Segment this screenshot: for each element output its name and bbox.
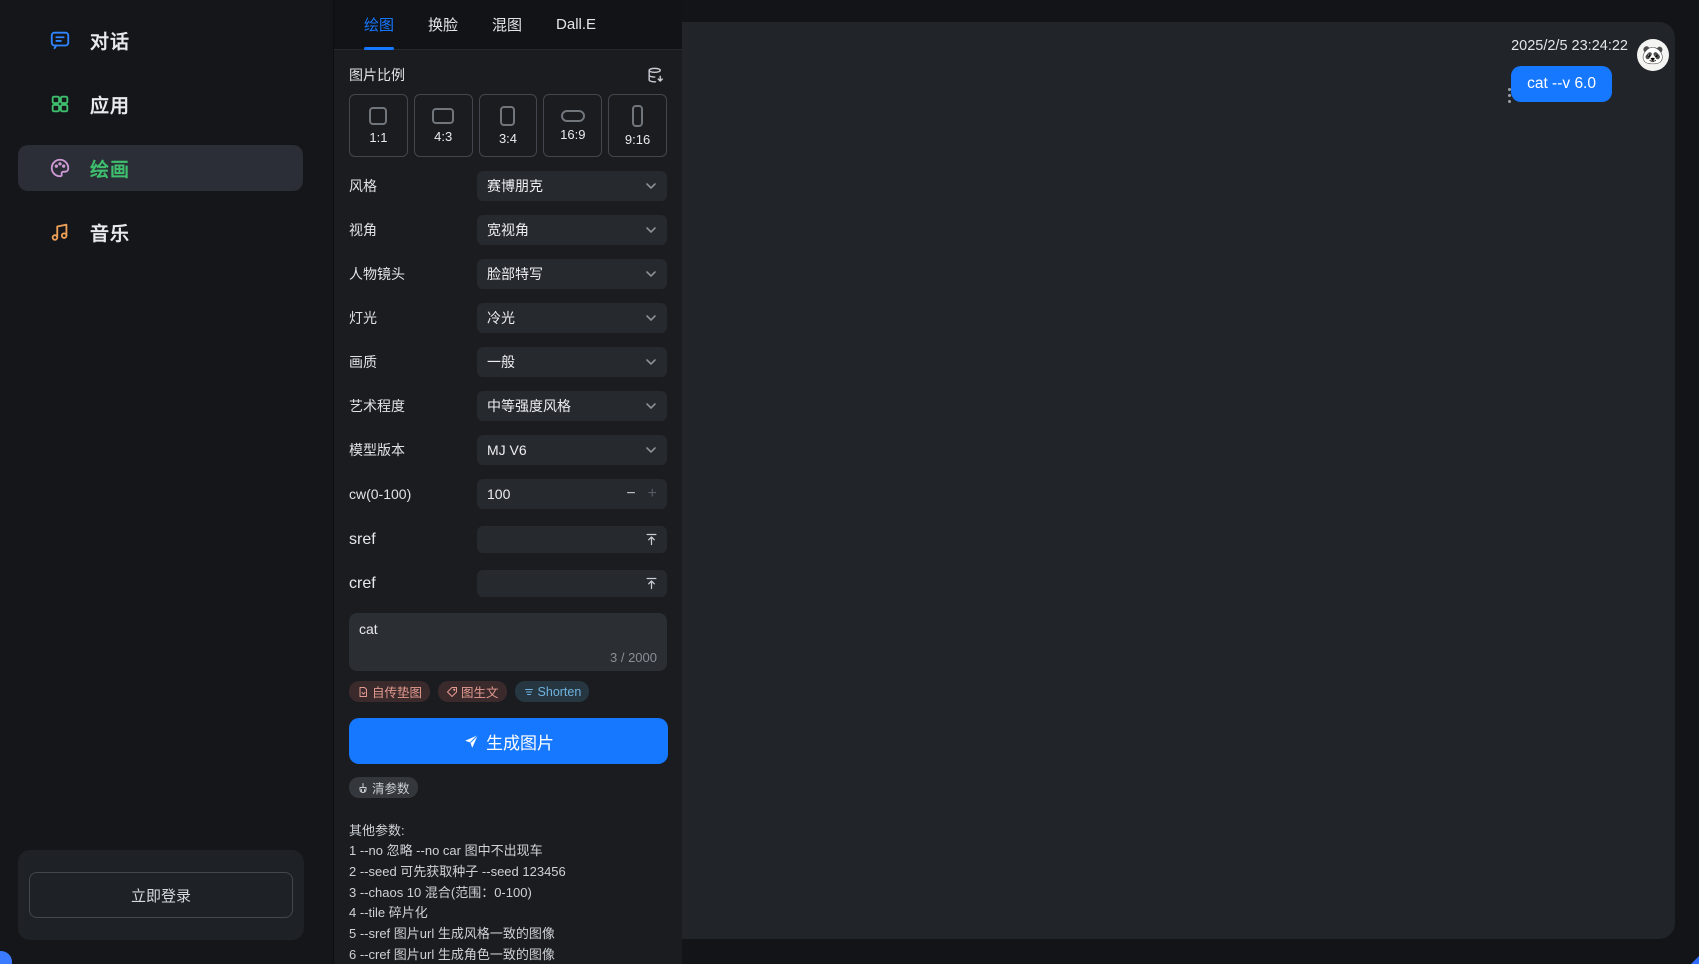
user-message-bubble[interactable]: cat --v 6.0 [1511, 66, 1612, 102]
generate-image-button[interactable]: 生成图片 [349, 718, 668, 764]
message-timestamp: 2025/2/5 23:24:22 [1511, 38, 1628, 54]
stylize-select[interactable]: 中等强度风格 [477, 391, 667, 421]
login-card: 立即登录 [18, 850, 304, 940]
help-title: 其他参数: [349, 821, 667, 842]
message-menu-icon[interactable] [1506, 88, 1512, 103]
tag-icon [446, 686, 458, 698]
broom-icon [357, 782, 369, 794]
help-line: 1 --no 忽略 --no car 图中不出现车 [349, 841, 667, 862]
sidebar-item-label: 应用 [90, 91, 130, 118]
chevron-down-icon [645, 180, 657, 192]
help-line: 2 --seed 可先获取种子 --seed 123456 [349, 862, 667, 883]
prompt-tools: 自传垫图 图生文 Shorten [349, 681, 667, 702]
cw-plus-button[interactable]: + [648, 486, 657, 502]
image-to-text-tag[interactable]: 图生文 [438, 681, 507, 702]
ratio-label: 图片比例 [349, 65, 405, 85]
apps-icon [48, 92, 72, 116]
cref-label: cref [349, 575, 376, 593]
chevron-down-icon [645, 400, 657, 412]
ratio-option-16-9[interactable]: 16:9 [543, 94, 602, 157]
chat-history-card: 2025/2/5 23:24:22 🐼 cat --v 6.0 [682, 22, 1675, 939]
ratio-shape-icon [561, 110, 585, 122]
cw-label: cw(0-100) [349, 486, 411, 502]
ratio-option-9-16[interactable]: 9:16 [608, 94, 667, 157]
panel-tabbar: 绘图 换脸 混图 Dall.E [334, 0, 682, 50]
palette-icon [48, 156, 72, 180]
tab-draw[interactable]: 绘图 [364, 0, 394, 50]
sidebar-item-apps[interactable]: 应用 [18, 81, 303, 127]
chevron-down-icon [645, 356, 657, 368]
music-icon [48, 220, 72, 244]
sidebar-item-label: 对话 [90, 27, 130, 54]
chat-icon [48, 28, 72, 52]
prompt-value: cat [359, 621, 657, 637]
chevron-down-icon [645, 444, 657, 456]
other-params-help: 其他参数: 1 --no 忽略 --no car 图中不出现车 2 --seed… [349, 821, 667, 964]
ratio-shape-icon [432, 108, 454, 124]
ratio-shape-icon [369, 107, 387, 125]
ratio-option-3-4[interactable]: 3:4 [479, 94, 538, 157]
tab-faceswap[interactable]: 换脸 [428, 0, 458, 50]
view-angle-label: 视角 [349, 220, 377, 240]
aspect-ratio-group: 1:1 4:3 3:4 16:9 9:16 [349, 94, 667, 157]
clear-params-tag[interactable]: 清参数 [349, 777, 418, 798]
import-presets-icon[interactable] [643, 63, 667, 87]
ratio-shape-icon [632, 105, 643, 127]
draw-settings-panel: 绘图 换脸 混图 Dall.E 图片比例 1:1 4:3 3:4 [333, 0, 682, 964]
quality-label: 画质 [349, 352, 377, 372]
sref-label: sref [349, 531, 376, 549]
tab-blend[interactable]: 混图 [492, 0, 522, 50]
cref-input[interactable] [477, 570, 667, 597]
style-label: 风格 [349, 176, 377, 196]
stylize-label: 艺术程度 [349, 396, 405, 416]
chevron-down-icon [645, 268, 657, 280]
lighting-label: 灯光 [349, 308, 377, 328]
send-icon [463, 733, 480, 750]
help-line: 6 --cref 图片url 生成角色一致的图像 [349, 945, 667, 964]
chevron-down-icon [645, 224, 657, 236]
document-icon [357, 686, 369, 698]
sidebar-item-label: 绘画 [90, 155, 130, 182]
shorten-tag[interactable]: Shorten [515, 681, 590, 702]
char-counter: 3 / 2000 [610, 650, 657, 665]
lighting-select[interactable]: 冷光 [477, 303, 667, 333]
style-select[interactable]: 赛博朋克 [477, 171, 667, 201]
ratio-option-1-1[interactable]: 1:1 [349, 94, 408, 157]
prompt-textarea[interactable]: cat 3 / 2000 [349, 613, 667, 671]
quality-select[interactable]: 一般 [477, 347, 667, 377]
upload-icon[interactable] [644, 576, 659, 591]
sidebar-item-chat[interactable]: 对话 [18, 17, 303, 63]
shorten-icon [523, 686, 535, 698]
help-line: 3 --chaos 10 混合(范围：0-100) [349, 883, 667, 904]
upload-base-image-tag[interactable]: 自传垫图 [349, 681, 430, 702]
chevron-down-icon [645, 312, 657, 324]
ratio-option-4-3[interactable]: 4:3 [414, 94, 473, 157]
view-angle-select[interactable]: 宽视角 [477, 215, 667, 245]
sidebar-item-draw[interactable]: 绘画 [18, 145, 303, 191]
ratio-shape-icon [500, 106, 515, 126]
chat-area: 2025/2/5 23:24:22 🐼 cat --v 6.0 [682, 0, 1699, 964]
login-button[interactable]: 立即登录 [29, 872, 293, 918]
cw-minus-button[interactable]: − [626, 486, 635, 502]
character-shot-label: 人物镜头 [349, 264, 405, 284]
upload-icon[interactable] [644, 532, 659, 547]
floating-widget-corner [0, 951, 12, 964]
cw-stepper[interactable]: 100 − + [477, 479, 667, 509]
character-shot-select[interactable]: 脸部特写 [477, 259, 667, 289]
user-avatar[interactable]: 🐼 [1637, 39, 1669, 71]
sidebar-item-music[interactable]: 音乐 [18, 209, 303, 255]
sref-input[interactable] [477, 526, 667, 553]
help-line: 5 --sref 图片url 生成风格一致的图像 [349, 924, 667, 945]
model-version-select[interactable]: MJ V6 [477, 435, 667, 465]
model-version-label: 模型版本 [349, 440, 405, 460]
help-line: 4 --tile 碎片化 [349, 903, 667, 924]
resize-handle [1691, 956, 1699, 964]
sidebar-item-label: 音乐 [90, 219, 130, 246]
tab-dalle[interactable]: Dall.E [556, 0, 596, 50]
sidebar: 对话 应用 绘画 音乐 立即登录 [0, 0, 333, 964]
